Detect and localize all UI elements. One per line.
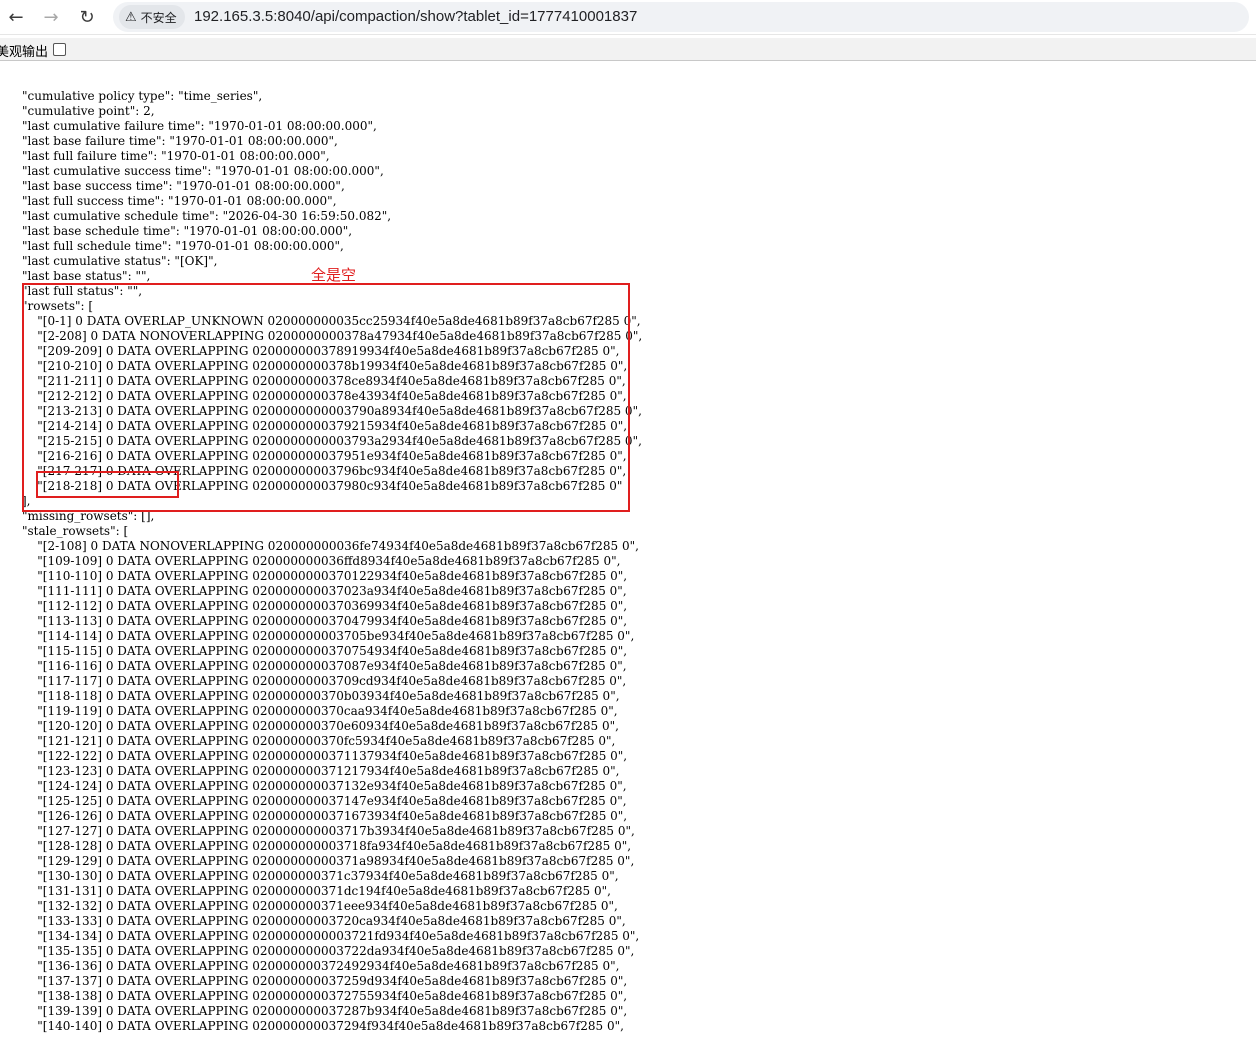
json-line: "[130-130] 0 DATA OVERLAPPING 0200000003… bbox=[22, 869, 619, 883]
json-line: "[139-139] 0 DATA OVERLAPPING 0200000000… bbox=[22, 1004, 628, 1018]
json-line: "[113-113] 0 DATA OVERLAPPING 0200000000… bbox=[22, 614, 628, 628]
json-line: "[2-108] 0 DATA NONOVERLAPPING 020000000… bbox=[22, 539, 639, 553]
json-line: "[115-115] 0 DATA OVERLAPPING 0200000000… bbox=[22, 644, 628, 658]
json-line: "cumulative point": 2, bbox=[22, 104, 155, 118]
security-label: 不安全 bbox=[140, 10, 177, 25]
security-indicator[interactable]: ⚠ 不安全 bbox=[119, 5, 185, 29]
json-line: "[111-111] 0 DATA OVERLAPPING 0200000000… bbox=[22, 584, 627, 598]
json-line: "last base success time": "1970-01-01 08… bbox=[22, 179, 345, 193]
json-line: "[133-133] 0 DATA OVERLAPPING 0200000000… bbox=[22, 914, 626, 928]
json-line: "[137-137] 0 DATA OVERLAPPING 0200000000… bbox=[22, 974, 628, 988]
json-line: "last cumulative failure time": "1970-01… bbox=[22, 119, 377, 133]
json-line: "last full schedule time": "1970-01-01 0… bbox=[22, 239, 344, 253]
json-line: "last base schedule time": "1970-01-01 0… bbox=[22, 224, 353, 238]
json-line: "[114-114] 0 DATA OVERLAPPING 0200000000… bbox=[22, 629, 635, 643]
back-arrow-icon[interactable]: ← bbox=[2, 3, 30, 31]
warning-icon: ⚠ bbox=[125, 9, 137, 25]
json-line: "[127-127] 0 DATA OVERLAPPING 0200000000… bbox=[22, 824, 635, 838]
json-line: "[122-122] 0 DATA OVERLAPPING 0200000000… bbox=[22, 749, 628, 763]
json-line: "last full success time": "1970-01-01 08… bbox=[22, 194, 337, 208]
browser-toolbar: ← → ↻ ⚠ 不安全 192.165.3.5:8040/api/compact… bbox=[0, 0, 1256, 35]
json-line: "last cumulative schedule time": "2026-0… bbox=[22, 209, 392, 223]
json-line: "[135-135] 0 DATA OVERLAPPING 0200000000… bbox=[22, 944, 635, 958]
pretty-print-checkbox[interactable] bbox=[53, 43, 66, 56]
json-line: "last base failure time": "1970-01-01 08… bbox=[22, 134, 338, 148]
json-line: "[109-109] 0 DATA OVERLAPPING 0200000000… bbox=[22, 554, 621, 568]
reload-icon[interactable]: ↻ bbox=[73, 3, 101, 31]
json-line: "last cumulative success time": "1970-01… bbox=[22, 164, 384, 178]
last-rowset-highlight-box bbox=[36, 471, 179, 498]
json-line: "[118-118] 0 DATA OVERLAPPING 0200000003… bbox=[22, 689, 620, 703]
json-line: "[110-110] 0 DATA OVERLAPPING 0200000000… bbox=[22, 569, 628, 583]
annotation-note: 全是空 bbox=[311, 266, 357, 284]
json-line: "last full failure time": "1970-01-01 08… bbox=[22, 149, 330, 163]
json-line: "[134-134] 0 DATA OVERLAPPING 0200000000… bbox=[22, 929, 640, 943]
pretty-print-bar: 美观输出 bbox=[0, 38, 1256, 61]
json-line: "[123-123] 0 DATA OVERLAPPING 0200000003… bbox=[22, 764, 620, 778]
json-line: "[121-121] 0 DATA OVERLAPPING 0200000003… bbox=[22, 734, 616, 748]
json-line: "[112-112] 0 DATA OVERLAPPING 0200000000… bbox=[22, 599, 628, 613]
json-line: "stale_rowsets": [ bbox=[22, 524, 129, 538]
json-line: "[140-140] 0 DATA OVERLAPPING 0200000000… bbox=[22, 1019, 624, 1033]
url-text[interactable]: 192.165.3.5:8040/api/compaction/show?tab… bbox=[194, 8, 637, 25]
json-line: "[117-117] 0 DATA OVERLAPPING 0200000000… bbox=[22, 674, 627, 688]
json-line: "[120-120] 0 DATA OVERLAPPING 0200000003… bbox=[22, 719, 619, 733]
json-line: "[128-128] 0 DATA OVERLAPPING 0200000000… bbox=[22, 839, 632, 853]
json-line: "[138-138] 0 DATA OVERLAPPING 0200000000… bbox=[22, 989, 628, 1003]
json-content: "cumulative policy type": "time_series",… bbox=[22, 89, 642, 1034]
json-line: "[126-126] 0 DATA OVERLAPPING 0200000000… bbox=[22, 809, 628, 823]
json-line: "[116-116] 0 DATA OVERLAPPING 0200000000… bbox=[22, 659, 627, 673]
json-line: "[132-132] 0 DATA OVERLAPPING 0200000003… bbox=[22, 899, 618, 913]
json-line: "[136-136] 0 DATA OVERLAPPING 0200000003… bbox=[22, 959, 620, 973]
json-line: "cumulative policy type": "time_series", bbox=[22, 89, 263, 103]
pretty-print-label: 美观输出 bbox=[0, 45, 49, 60]
json-line: "[125-125] 0 DATA OVERLAPPING 0200000000… bbox=[22, 794, 627, 808]
json-line: "[129-129] 0 DATA OVERLAPPING 0200000000… bbox=[22, 854, 635, 868]
json-line: "[119-119] 0 DATA OVERLAPPING 0200000003… bbox=[22, 704, 618, 718]
forward-arrow-icon[interactable]: → bbox=[37, 3, 65, 31]
json-line: "[131-131] 0 DATA OVERLAPPING 0200000003… bbox=[22, 884, 611, 898]
json-line: "[124-124] 0 DATA OVERLAPPING 0200000000… bbox=[22, 779, 627, 793]
address-bar[interactable]: ⚠ 不安全 192.165.3.5:8040/api/compaction/sh… bbox=[113, 2, 1249, 32]
